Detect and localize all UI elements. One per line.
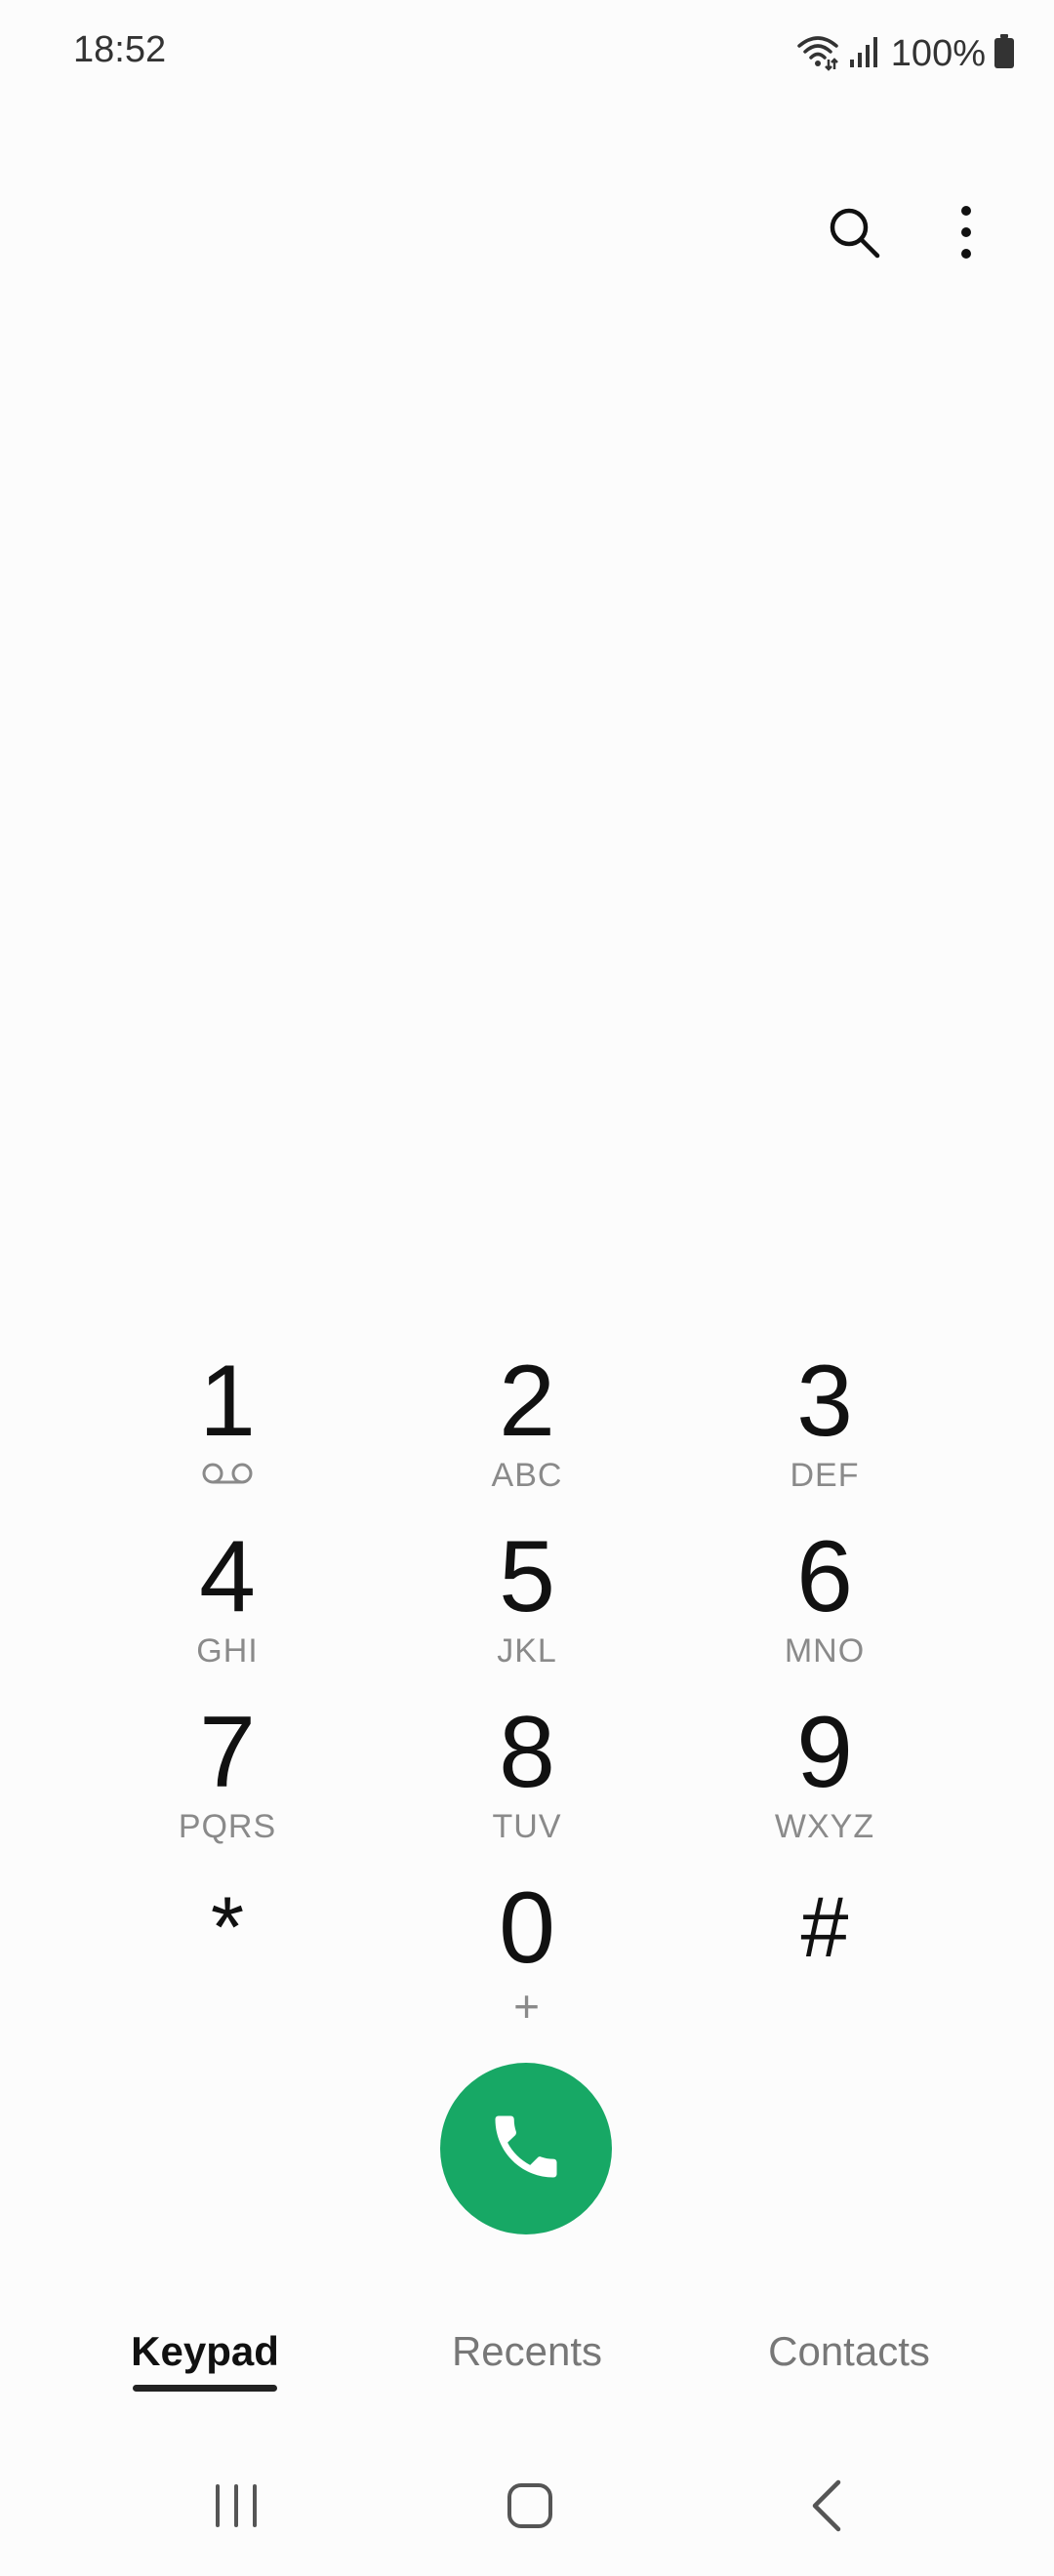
voicemail-icon <box>201 1462 254 1490</box>
phone-icon <box>485 2106 567 2193</box>
tab-keypad[interactable]: Keypad <box>107 2322 303 2410</box>
key-letters: GHI <box>196 1632 259 1670</box>
search-button[interactable] <box>805 185 903 283</box>
key-9[interactable]: 9 WXYZ <box>698 1698 952 1864</box>
key-digit: 2 <box>499 1345 555 1458</box>
key-digit: 7 <box>199 1696 256 1809</box>
home-button[interactable] <box>462 2459 598 2556</box>
key-hash[interactable]: # <box>698 1869 952 2034</box>
more-vert-icon <box>958 205 974 264</box>
key-digit: 5 <box>499 1520 555 1633</box>
back-button[interactable] <box>758 2459 895 2556</box>
key-4[interactable]: 4 GHI <box>101 1522 354 1688</box>
more-options-button[interactable] <box>917 185 1015 283</box>
signal-icon <box>848 34 877 74</box>
key-8[interactable]: 8 TUV <box>400 1698 654 1864</box>
key-0[interactable]: 0 + <box>400 1873 654 2039</box>
key-digit: * <box>210 1878 245 1975</box>
key-digit: 8 <box>499 1696 555 1809</box>
status-time: 18:52 <box>73 29 167 70</box>
recents-icon <box>212 2482 261 2534</box>
key-letters: WXYZ <box>774 1808 875 1845</box>
key-digit: # <box>800 1878 849 1975</box>
navigation-bar <box>0 2459 1054 2566</box>
recents-button[interactable] <box>168 2459 304 2556</box>
key-letters: DEF <box>790 1457 860 1494</box>
wifi-icon <box>795 32 840 76</box>
back-icon <box>809 2478 844 2538</box>
key-digit: 9 <box>796 1696 853 1809</box>
tab-label: Recents <box>451 2328 603 2374</box>
bottom-tabs: Keypad Recents Contacts <box>0 2322 1054 2410</box>
key-letters: PQRS <box>178 1808 277 1845</box>
battery-percentage: 100% <box>890 32 986 74</box>
status-bar: 18:52 100% <box>0 0 1054 107</box>
tab-label: Contacts <box>768 2328 930 2374</box>
key-digit: 4 <box>199 1520 256 1633</box>
key-letters: + <box>513 1981 541 2032</box>
key-letters: ABC <box>491 1457 563 1494</box>
top-actions <box>761 185 1054 283</box>
key-letters: TUV <box>492 1808 562 1845</box>
key-digit: 6 <box>796 1520 853 1633</box>
key-digit: 1 <box>199 1345 256 1458</box>
key-3[interactable]: 3 DEF <box>698 1347 952 1512</box>
status-icons: 100% <box>795 29 1015 78</box>
key-1[interactable]: 1 <box>101 1347 354 1512</box>
key-digit: 3 <box>796 1345 853 1458</box>
tab-label: Keypad <box>131 2328 279 2374</box>
key-7[interactable]: 7 PQRS <box>101 1698 354 1864</box>
key-letters: MNO <box>784 1632 866 1670</box>
tab-active-indicator <box>133 2385 277 2392</box>
key-6[interactable]: 6 MNO <box>698 1522 952 1688</box>
home-icon <box>506 2481 554 2535</box>
key-letters: JKL <box>497 1632 557 1670</box>
call-button[interactable] <box>440 2063 612 2234</box>
key-digit: 0 <box>499 1872 555 1985</box>
key-2[interactable]: 2 ABC <box>400 1347 654 1512</box>
tab-contacts[interactable]: Contacts <box>737 2322 961 2410</box>
battery-icon <box>993 33 1015 74</box>
key-star[interactable]: * <box>101 1869 354 2034</box>
search-icon <box>827 205 881 264</box>
tab-recents[interactable]: Recents <box>420 2322 634 2410</box>
key-5[interactable]: 5 JKL <box>400 1522 654 1688</box>
